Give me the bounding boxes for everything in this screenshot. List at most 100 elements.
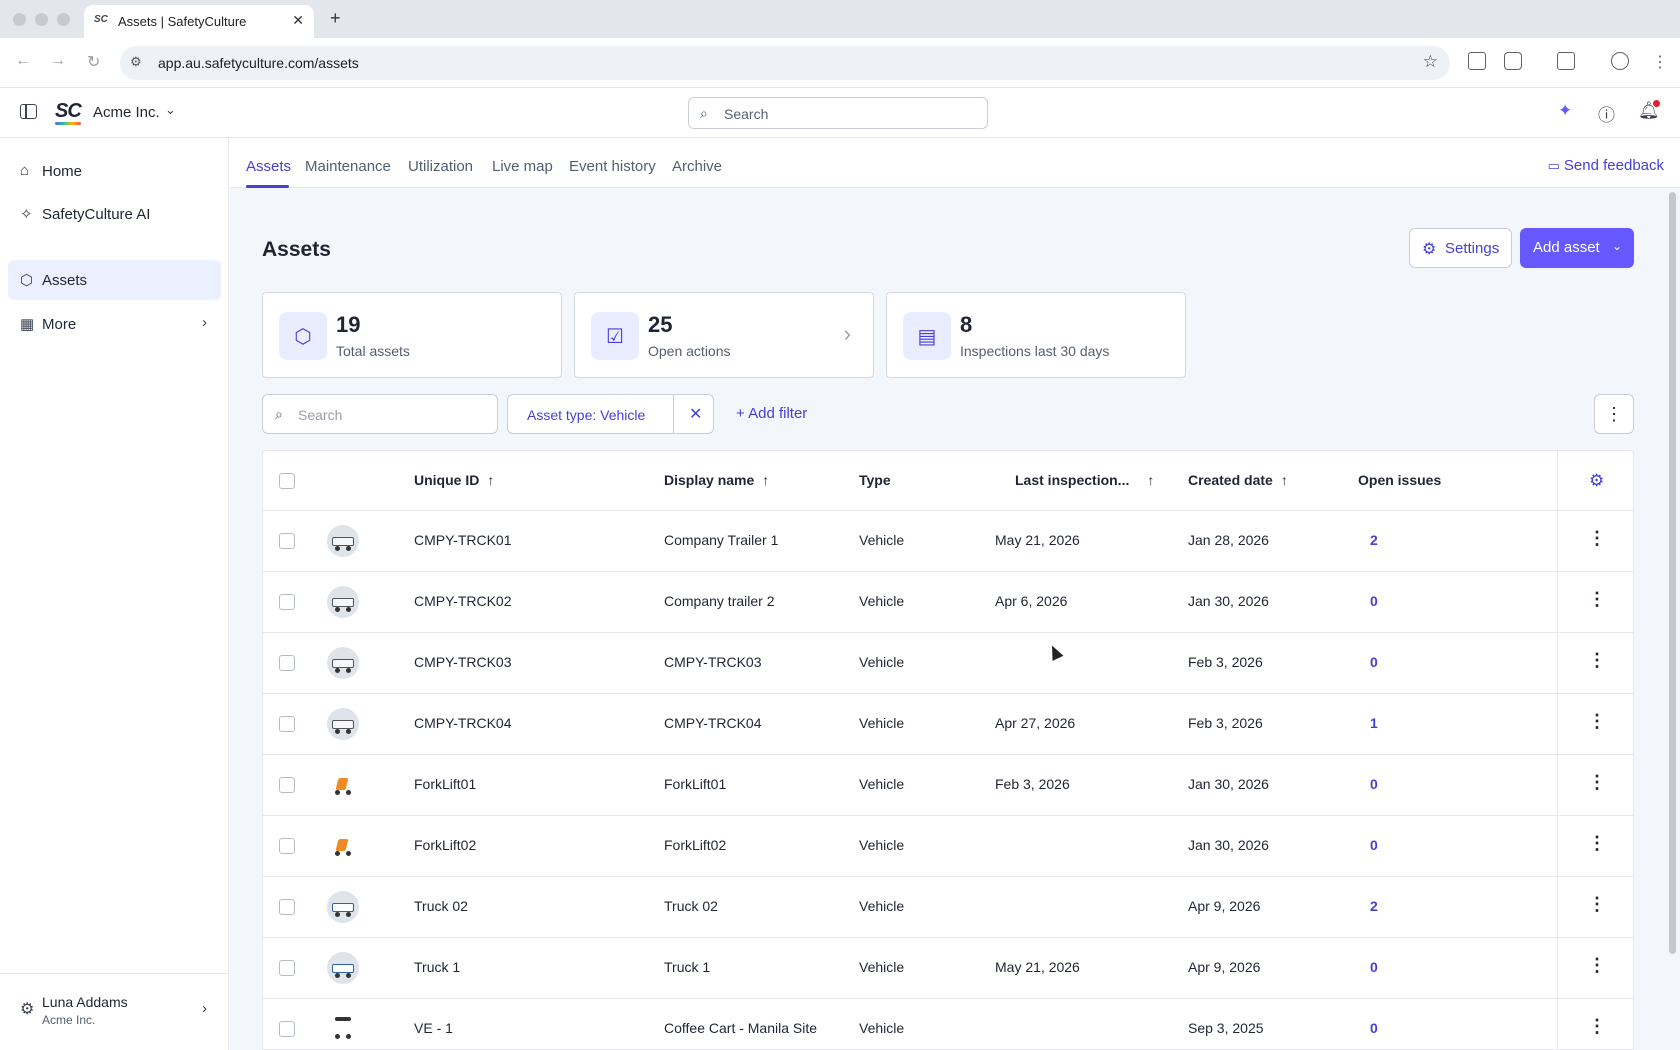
- new-tab-icon[interactable]: +: [330, 8, 341, 29]
- table-row[interactable]: CMPY-TRCK02 Company trailer 2 Vehicle Ap…: [263, 572, 1633, 633]
- table-row[interactable]: Truck 1 Truck 1 Vehicle May 21, 2026 Apr…: [263, 938, 1633, 999]
- cell-created-date: Apr 9, 2026: [1188, 959, 1261, 975]
- filter-chip-asset-type[interactable]: Asset type: Vehicle ✕: [507, 394, 714, 434]
- row-checkbox[interactable]: [279, 777, 295, 793]
- tab-live-map[interactable]: Live map: [492, 158, 553, 175]
- org-switcher[interactable]: Acme Inc.: [93, 104, 160, 121]
- stat-card-total-assets: ⬡ 19 Total assets: [262, 292, 562, 378]
- cell-open-issues[interactable]: 0: [1370, 837, 1378, 853]
- window-close-dot[interactable]: [13, 13, 26, 26]
- col-open-issues[interactable]: Open issues: [1358, 472, 1441, 488]
- select-all-checkbox[interactable]: [279, 473, 295, 489]
- window-zoom-dot[interactable]: [57, 13, 70, 26]
- table-options-button[interactable]: ⋮: [1594, 394, 1634, 434]
- extensions-icon[interactable]: [1504, 52, 1522, 70]
- cell-open-issues[interactable]: 1: [1370, 715, 1378, 731]
- col-last-inspection[interactable]: Last inspection... ↑: [1015, 472, 1154, 488]
- sidebar-item-ai[interactable]: ✧ SafetyCulture AI: [8, 194, 221, 234]
- row-actions-icon[interactable]: ⋮: [1585, 955, 1609, 976]
- ai-sparkle-icon[interactable]: ✦: [1558, 101, 1572, 121]
- col-unique-id[interactable]: Unique ID ↑: [414, 472, 494, 488]
- back-icon[interactable]: ←: [15, 52, 31, 70]
- tab-event-history[interactable]: Event history: [569, 158, 656, 175]
- table-row[interactable]: Truck 02 Truck 02 Vehicle Apr 9, 2026 2 …: [263, 877, 1633, 938]
- sidebar-item-assets[interactable]: ⬡ Assets: [8, 260, 221, 300]
- cell-open-issues[interactable]: 0: [1370, 776, 1378, 792]
- row-checkbox[interactable]: [279, 655, 295, 671]
- page-scrollbar[interactable]: [1669, 192, 1676, 954]
- tab-assets[interactable]: Assets: [246, 158, 291, 175]
- close-tab-icon[interactable]: ✕: [292, 12, 304, 29]
- browser-menu-icon[interactable]: ⋮: [1652, 52, 1668, 72]
- global-search-input[interactable]: ⌕ Search: [688, 97, 988, 129]
- row-actions-icon[interactable]: ⋮: [1585, 589, 1609, 610]
- sidebar-item-label: Home: [42, 163, 83, 180]
- cell-open-issues[interactable]: 0: [1370, 1020, 1378, 1036]
- row-actions-icon[interactable]: ⋮: [1585, 650, 1609, 671]
- row-checkbox[interactable]: [279, 960, 295, 976]
- cell-open-issues[interactable]: 0: [1370, 593, 1378, 609]
- asset-photo: [327, 525, 359, 557]
- column-settings-icon[interactable]: ⚙: [1589, 471, 1604, 491]
- omnibox[interactable]: ⚙ app.au.safetyculture.com/assets ☆: [120, 46, 1450, 80]
- table-row[interactable]: ForkLift01 ForkLift01 Vehicle Feb 3, 202…: [263, 755, 1633, 816]
- site-info-icon[interactable]: ⚙: [130, 54, 142, 70]
- col-type[interactable]: Type: [859, 472, 891, 488]
- sidebar-item-label: More: [42, 316, 77, 333]
- row-actions-icon[interactable]: ⋮: [1585, 711, 1609, 732]
- chevron-down-icon[interactable]: ⌄: [165, 102, 176, 118]
- cell-open-issues[interactable]: 2: [1370, 532, 1378, 548]
- table-row[interactable]: CMPY-TRCK01 Company Trailer 1 Vehicle Ma…: [263, 511, 1633, 572]
- row-actions-icon[interactable]: ⋮: [1585, 528, 1609, 549]
- sidebar-item-home[interactable]: ⌂ Home: [8, 151, 221, 191]
- row-checkbox[interactable]: [279, 1021, 295, 1037]
- bookmark-star-icon[interactable]: ☆: [1423, 52, 1438, 72]
- profile-icon[interactable]: [1611, 52, 1629, 70]
- help-icon[interactable]: ⓘ: [1598, 101, 1615, 126]
- asset-search-input[interactable]: ⌕ Search: [262, 394, 498, 434]
- cell-display-name: ForkLift02: [664, 837, 727, 853]
- row-actions-icon[interactable]: ⋮: [1585, 772, 1609, 793]
- col-created-date[interactable]: Created date ↑: [1188, 472, 1288, 488]
- row-actions-icon[interactable]: ⋮: [1585, 894, 1609, 915]
- row-actions-icon[interactable]: ⋮: [1585, 1016, 1609, 1037]
- send-feedback-link[interactable]: ▭ Send feedback: [1548, 157, 1664, 174]
- row-checkbox[interactable]: [279, 594, 295, 610]
- row-checkbox[interactable]: [279, 838, 295, 854]
- col-display-name[interactable]: Display name ↑: [664, 472, 769, 488]
- add-filter-button[interactable]: + Add filter: [736, 405, 807, 422]
- browser-tab[interactable]: SC Assets | SafetyCulture ✕: [84, 5, 314, 38]
- cell-type: Vehicle: [859, 837, 905, 853]
- cell-type: Vehicle: [859, 715, 905, 731]
- sort-arrow-icon: ↑: [1280, 472, 1288, 488]
- sidebar-item-more[interactable]: ▦ More ›: [8, 304, 221, 344]
- sidebar-toggle-icon[interactable]: [20, 104, 37, 119]
- add-asset-button[interactable]: Add asset ⌄: [1520, 228, 1634, 268]
- tab-search-icon[interactable]: [1557, 52, 1575, 70]
- tab-utilization[interactable]: Utilization: [408, 158, 473, 175]
- reload-icon[interactable]: ↻: [87, 52, 100, 72]
- screenshot-icon[interactable]: [1468, 52, 1486, 70]
- table-row[interactable]: CMPY-TRCK03 CMPY-TRCK03 Vehicle Feb 3, 2…: [263, 633, 1633, 694]
- cell-open-issues[interactable]: 2: [1370, 898, 1378, 914]
- row-checkbox[interactable]: [279, 899, 295, 915]
- cell-open-issues[interactable]: 0: [1370, 959, 1378, 975]
- settings-button[interactable]: ⚙ Settings: [1409, 228, 1512, 268]
- row-checkbox[interactable]: [279, 533, 295, 549]
- forward-icon[interactable]: →: [50, 52, 66, 70]
- user-menu[interactable]: ⚙ Luna Addams Acme Inc. ›: [0, 973, 229, 1050]
- table-row[interactable]: ForkLift02 ForkLift02 Vehicle Jan 30, 20…: [263, 816, 1633, 877]
- page-title: Assets: [262, 238, 331, 261]
- stat-card-open-actions[interactable]: ☑ 25 Open actions ›: [574, 292, 874, 378]
- cell-open-issues[interactable]: 0: [1370, 654, 1378, 670]
- tab-archive[interactable]: Archive: [672, 158, 722, 175]
- row-actions-icon[interactable]: ⋮: [1585, 833, 1609, 854]
- remove-filter-icon[interactable]: ✕: [689, 404, 702, 424]
- row-checkbox[interactable]: [279, 716, 295, 732]
- table-row[interactable]: CMPY-TRCK04 CMPY-TRCK04 Vehicle Apr 27, …: [263, 694, 1633, 755]
- window-minimize-dot[interactable]: [35, 13, 48, 26]
- safetyculture-logo: SC: [55, 100, 82, 122]
- tab-maintenance[interactable]: Maintenance: [305, 158, 391, 175]
- cell-display-name: Company trailer 2: [664, 593, 775, 609]
- table-row[interactable]: VE - 1 Coffee Cart - Manila Site Vehicle…: [263, 999, 1633, 1049]
